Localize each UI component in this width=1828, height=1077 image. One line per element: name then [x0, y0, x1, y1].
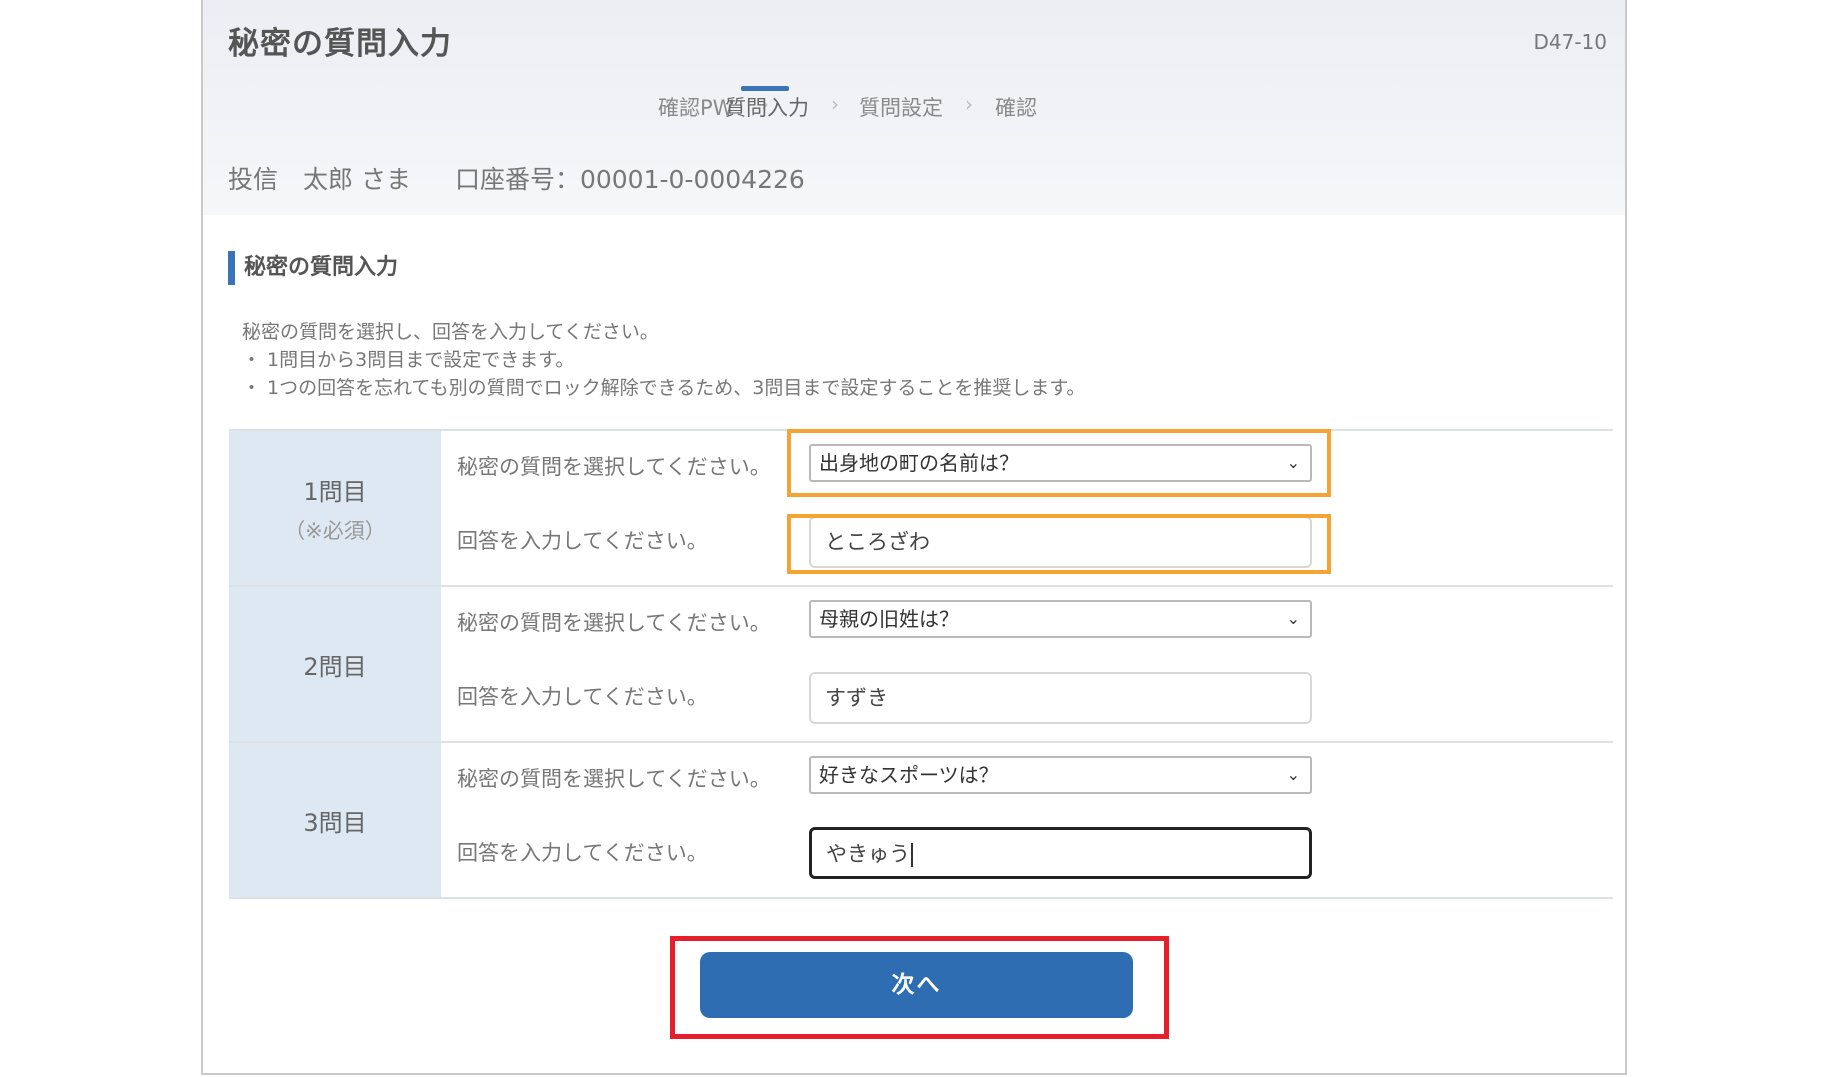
text-cursor	[911, 843, 913, 867]
highlight-question-select	[787, 429, 1331, 497]
question-number: 3問目	[303, 808, 367, 837]
step-question-setting: 質問設定	[859, 96, 943, 120]
step-indicator: 確認PW › 質問入力 › 質問設定 › 確認	[203, 86, 1625, 132]
active-step-bar	[741, 86, 789, 91]
question-number: 2問目	[303, 652, 367, 681]
app-window: 秘密の質問入力 D47-10 確認PW › 質問入力 › 質問設定 › 確認 投…	[201, 0, 1627, 1075]
account-number-label: 口座番号：	[454, 165, 580, 194]
required-marker: （※必須）	[284, 518, 386, 543]
chevron-down-icon: ⌄	[1286, 609, 1300, 628]
answer-value: すずき	[825, 686, 888, 710]
page-header: 秘密の質問入力 D47-10 確認PW › 質問入力 › 質問設定 › 確認 投…	[203, 0, 1625, 215]
answer-value: やきゅう	[826, 842, 910, 866]
question-3-select[interactable]: 好きなスポーツは？ ⌄	[809, 756, 1312, 794]
instruction-text: 秘密の質問を選択し、回答を入力してください。	[242, 321, 659, 343]
account-info: 投信 太郎 さま 口座番号：00001-0-0004226	[228, 160, 805, 196]
answer-label: 回答を入力してください。	[457, 529, 708, 553]
highlight-answer-input	[787, 514, 1331, 574]
instruction-bullet: ・ 1問目から3問目まで設定できます。	[242, 349, 575, 371]
instructions: 秘密の質問を選択し、回答を入力してください。 ・ 1問目から3問目まで設定できま…	[242, 318, 1085, 402]
selected-question: 母親の旧姓は？	[819, 607, 959, 631]
question-table: 1問目 （※必須） 秘密の質問を選択してください。 出身地の町の名前は？ ⌄ 回…	[229, 429, 1613, 899]
answer-label: 回答を入力してください。	[457, 685, 708, 709]
step-separator: ›	[965, 92, 973, 116]
question-row-3: 3問目 秘密の質問を選択してください。 好きなスポーツは？ ⌄ 回答を入力してく…	[229, 741, 1613, 899]
selected-question: 好きなスポーツは？	[819, 763, 999, 787]
question-row-heading: 1問目 （※必須）	[229, 431, 441, 585]
chevron-down-icon: ⌄	[1286, 765, 1300, 784]
question-select-label: 秘密の質問を選択してください。	[457, 611, 771, 635]
next-button[interactable]: 次へ	[700, 952, 1133, 1018]
instruction-bullet: ・ 1つの回答を忘れても別の質問でロック解除できるため、3問目まで設定することを…	[242, 377, 1086, 399]
question-row-heading: 3問目	[229, 743, 441, 897]
question-number: 1問目	[303, 477, 367, 506]
question-select-label: 秘密の質問を選択してください。	[457, 767, 771, 791]
answer-3-input[interactable]: やきゅう	[809, 827, 1312, 879]
step-question-input: 質問入力	[725, 96, 809, 120]
question-row-2: 2問目 秘密の質問を選択してください。 母親の旧姓は？ ⌄ 回答を入力してくださ…	[229, 585, 1613, 741]
answer-2-input[interactable]: すずき	[809, 672, 1312, 724]
step-confirm: 確認	[995, 96, 1037, 120]
page-title: 秘密の質問入力	[228, 26, 452, 62]
question-row-heading: 2問目	[229, 587, 441, 741]
step-separator: ›	[831, 92, 839, 116]
section-title: 秘密の質問入力	[228, 251, 398, 285]
screen-id: D47-10	[1533, 30, 1607, 54]
account-holder-name: 投信 太郎 さま	[228, 165, 411, 194]
step-confirm-pw: 確認PW	[658, 96, 734, 120]
question-2-select[interactable]: 母親の旧姓は？ ⌄	[809, 600, 1312, 638]
answer-label: 回答を入力してください。	[457, 841, 708, 865]
question-select-label: 秘密の質問を選択してください。	[457, 455, 771, 479]
account-number: 00001-0-0004226	[579, 165, 805, 194]
